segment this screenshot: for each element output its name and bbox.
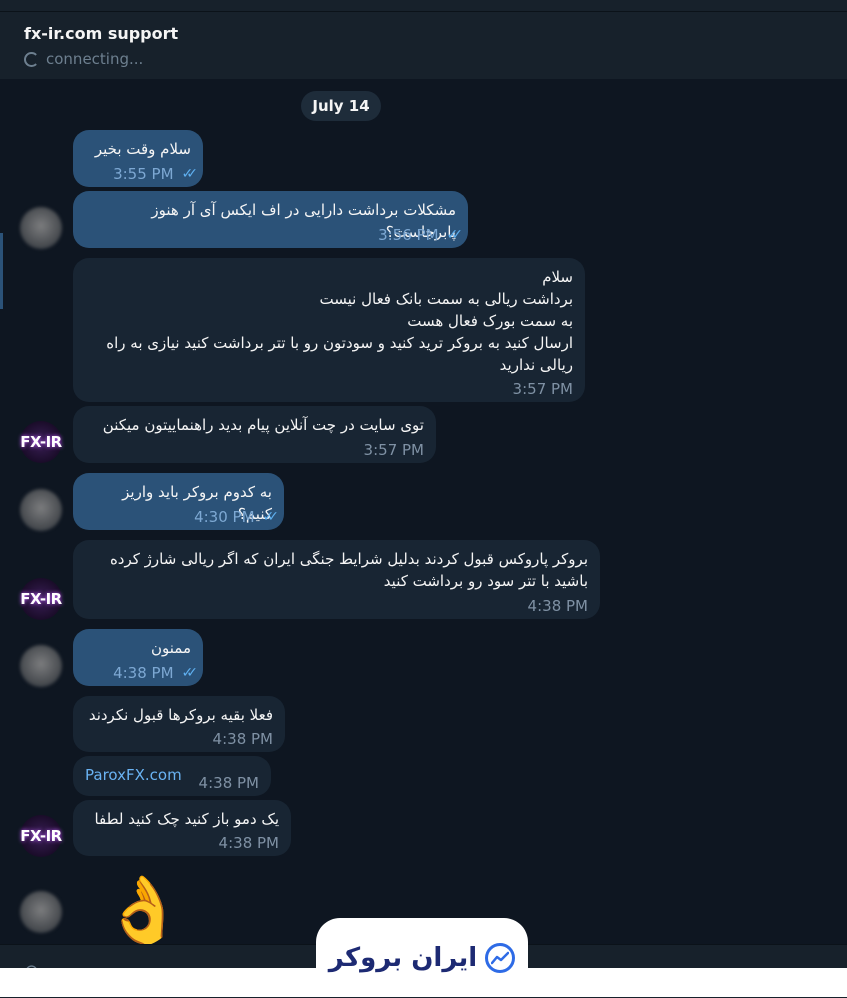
message-text: ممنون xyxy=(151,639,191,657)
message-meta: 4:38 PM xyxy=(213,730,273,748)
avatar-label: FX-IR xyxy=(20,590,62,608)
message-meta: 4:30 PM ✓✓ xyxy=(194,508,280,526)
connection-status: connecting... xyxy=(24,50,143,68)
support-avatar[interactable]: FX-IR xyxy=(20,815,62,857)
message-meta: 3:57 PM xyxy=(513,380,573,398)
avatar[interactable] xyxy=(20,645,62,687)
message-time: 4:30 PM xyxy=(194,508,255,526)
avatar[interactable] xyxy=(20,891,62,933)
message-meta: 3:57 PM xyxy=(364,441,424,459)
message-meta: 4:38 PM xyxy=(219,834,279,852)
message-bubble[interactable]: مشکلات برداشت دارایی در اف ایکس آی آر هن… xyxy=(73,191,468,248)
message-time: 3:57 PM xyxy=(512,380,573,398)
message-meta: 3:55 PM ✓✓ xyxy=(113,165,199,183)
avatar[interactable] xyxy=(20,207,62,249)
chart-logo-icon xyxy=(485,942,516,973)
message-time: 4:38 PM xyxy=(527,597,588,615)
message-time: 3:56 PM xyxy=(378,226,439,244)
watermark: ایران بروکر xyxy=(316,918,528,997)
message-text: بروکر پاروکس قبول کردند بدلیل شرایط جنگی… xyxy=(109,550,588,590)
message-text: یک دمو باز کنید چک کنید لطفا xyxy=(94,810,279,828)
connection-status-text: connecting... xyxy=(46,50,144,68)
message-time: 4:38 PM xyxy=(218,834,279,852)
message-bubble[interactable]: ParoxFX.com 4:38 PM xyxy=(73,756,271,796)
spinner-icon xyxy=(24,51,39,67)
message-meta: 3:56 PM ✓✓ xyxy=(378,226,464,244)
double-check-icon: ✓✓ xyxy=(446,227,464,243)
avatar-label: FX-IR xyxy=(20,827,62,845)
message-bubble[interactable]: توی سایت در چت آنلاین پیام بدید راهنمایی… xyxy=(73,406,436,463)
message-time: 4:38 PM xyxy=(212,730,273,748)
chat-header[interactable]: fx-ir.com support connecting... xyxy=(0,11,847,79)
chat-title[interactable]: fx-ir.com support xyxy=(24,24,178,43)
message-time: 4:38 PM xyxy=(198,774,259,792)
support-avatar[interactable]: FX-IR xyxy=(20,421,62,463)
avatar-label: FX-IR xyxy=(20,433,62,451)
message-time: 4:38 PM xyxy=(113,664,174,682)
message-text: سلام وقت بخیر xyxy=(94,140,191,158)
double-check-icon: ✓✓ xyxy=(181,166,199,182)
avatar[interactable] xyxy=(20,489,62,531)
ok-hand-emoji[interactable]: 👌 xyxy=(102,876,184,946)
double-check-icon: ✓✓ xyxy=(262,509,280,525)
message-text: توی سایت در چت آنلاین پیام بدید راهنمایی… xyxy=(102,416,424,434)
message-meta: 4:38 PM xyxy=(199,774,259,792)
window-top-strip xyxy=(0,0,847,11)
scroll-accent xyxy=(0,233,3,309)
message-bubble[interactable]: سلام وقت بخیر 3:55 PM ✓✓ xyxy=(73,130,203,187)
message-bubble[interactable]: بروکر پاروکس قبول کردند بدلیل شرایط جنگی… xyxy=(73,540,600,619)
message-meta: 4:38 PM ✓✓ xyxy=(113,664,199,682)
double-check-icon: ✓✓ xyxy=(181,665,199,681)
message-text: فعلا بقیه بروکرها قبول نکردند xyxy=(88,706,273,724)
message-bubble[interactable]: فعلا بقیه بروکرها قبول نکردند 4:38 PM xyxy=(73,696,285,752)
message-time: 3:57 PM xyxy=(363,441,424,459)
date-separator: July 14 xyxy=(301,91,381,121)
message-meta: 4:38 PM xyxy=(528,597,588,615)
message-bubble[interactable]: یک دمو باز کنید چک کنید لطفا 4:38 PM xyxy=(73,800,291,856)
message-bubble[interactable]: ممنون 4:38 PM ✓✓ xyxy=(73,629,203,686)
message-text: سلام برداشت ریالی به سمت بانک فعال نیست … xyxy=(106,268,573,374)
watermark-text: ایران بروکر xyxy=(328,942,478,973)
support-avatar[interactable]: FX-IR xyxy=(20,578,62,620)
message-time: 3:55 PM xyxy=(113,165,174,183)
message-bubble[interactable]: سلام برداشت ریالی به سمت بانک فعال نیست … xyxy=(73,258,585,402)
message-bubble[interactable]: به کدوم بروکر باید واریز کنیم؟ 4:30 PM ✓… xyxy=(73,473,284,530)
